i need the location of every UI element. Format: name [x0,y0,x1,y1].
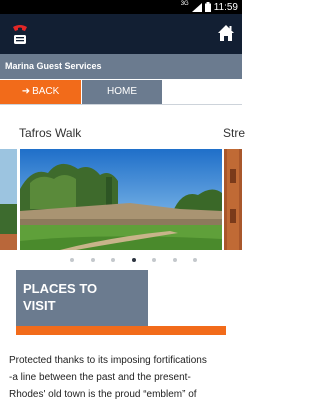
page-dot[interactable] [193,258,197,262]
home-icon[interactable] [217,24,235,42]
body-line: -a line between the past and the present… [9,372,191,383]
section-title-line2: VISIT [23,298,56,313]
nav-row: ➜ BACK HOME [0,80,242,104]
page-dot[interactable] [152,258,156,262]
page-dot[interactable] [91,258,95,262]
back-button-label: BACK [32,86,60,97]
nav-divider [0,104,242,105]
body-line: Protected thanks to its imposing fortifi… [9,355,207,366]
carousel-peek-left[interactable] [0,149,17,250]
slide-title-next[interactable]: Stre [223,126,245,140]
app-header [0,14,242,54]
status-bar: 3G 11:59 [0,0,242,14]
status-time: 11:59 [213,1,238,13]
page-dot[interactable] [173,258,177,262]
slide-title-current[interactable]: Tafros Walk [19,126,81,140]
home-button-label: HOME [107,86,137,97]
page-dot[interactable] [70,258,74,262]
back-button[interactable]: ➜ BACK [0,80,81,104]
body-paragraph: Protected thanks to its imposing fortifi… [9,352,239,400]
back-arrow-icon: ➜ [21,86,31,97]
page-dot[interactable] [111,258,115,262]
home-button[interactable]: HOME [81,80,162,104]
battery-icon [204,2,211,12]
carousel-page-indicator [0,256,242,264]
section-accent-rule [16,326,226,335]
body-line: Rhodes' old town is the proud “emblem” o… [9,389,197,400]
signal-icon [191,2,202,12]
page-dot-active[interactable] [132,258,136,262]
carousel-photo[interactable] [20,149,222,250]
section-title-box: PLACES TO VISIT [16,270,148,326]
section-title-line1: PLACES TO [23,281,98,296]
network-type-label: 3G [180,1,189,7]
carousel-titles: Tafros Walk Stre [0,126,245,144]
phone-icon[interactable] [11,24,29,46]
carousel-peek-right[interactable] [224,149,242,250]
subheader-title: Marina Guest Services [0,54,242,79]
